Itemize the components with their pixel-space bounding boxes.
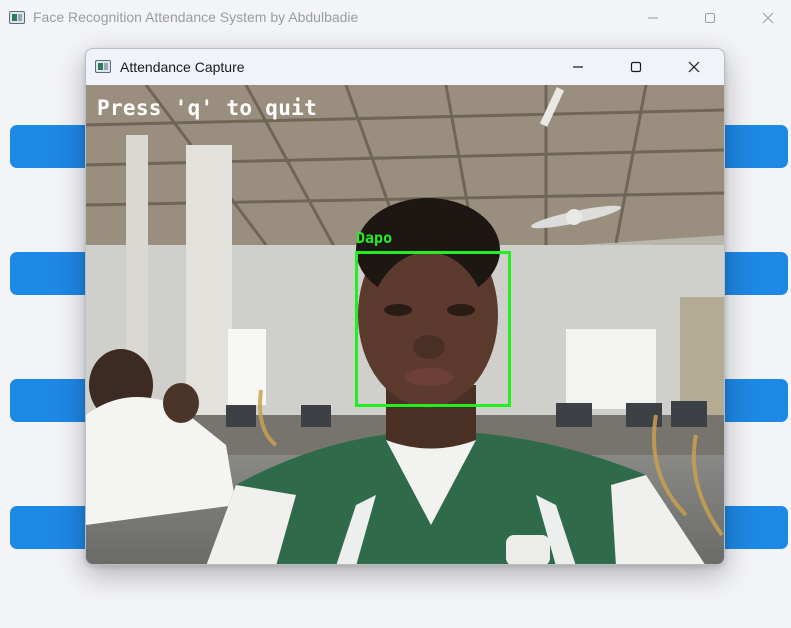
app-icon <box>9 11 25 24</box>
app-icon <box>95 60 111 73</box>
close-icon <box>688 61 700 73</box>
quit-instruction-text: Press 'q' to quit <box>97 96 318 120</box>
close-icon <box>762 12 774 24</box>
attendance-capture-window: Attendance Capture Press 'q' to quit Dap… <box>85 48 725 565</box>
main-maximize-button[interactable] <box>687 0 733 36</box>
popup-title-bar[interactable]: Attendance Capture <box>86 49 724 85</box>
face-detection-box <box>355 251 511 407</box>
minimize-icon <box>648 17 658 19</box>
maximize-icon <box>630 61 642 73</box>
popup-maximize-button[interactable] <box>613 49 659 85</box>
popup-window-title: Attendance Capture <box>120 59 245 75</box>
main-window-title: Face Recognition Attendance System by Ab… <box>33 9 359 25</box>
camera-feed: Press 'q' to quit Dapo <box>86 85 724 564</box>
popup-minimize-button[interactable] <box>555 49 601 85</box>
maximize-icon <box>705 13 715 23</box>
minimize-icon <box>573 66 583 68</box>
detected-face-name: Dapo <box>356 229 393 247</box>
main-title-bar[interactable]: Face Recognition Attendance System by Ab… <box>0 0 791 36</box>
main-close-button[interactable] <box>745 0 791 36</box>
main-minimize-button[interactable] <box>630 0 676 36</box>
popup-close-button[interactable] <box>671 49 717 85</box>
